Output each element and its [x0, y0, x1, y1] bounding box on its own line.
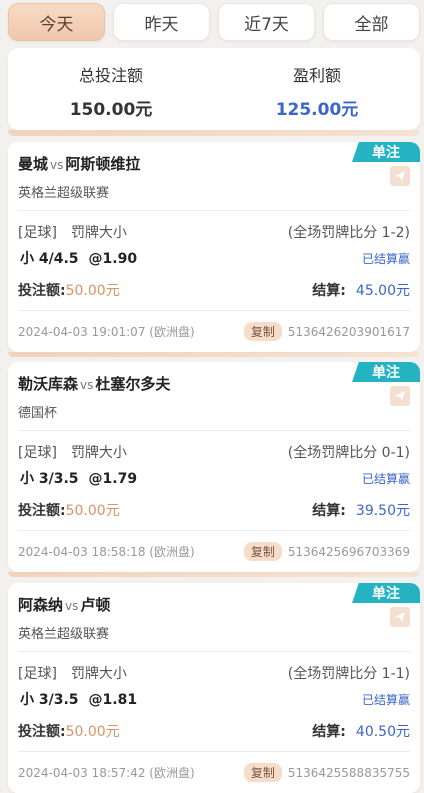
total-stake-block: 总投注额 150.00元	[8, 48, 214, 130]
share-icon[interactable]	[390, 166, 410, 186]
meta-row: 2024-04-03 18:58:18 (欧洲盘) 复制 51364256967…	[18, 542, 410, 561]
meta-row: 2024-04-03 19:01:07 (欧洲盘) 复制 51364262039…	[18, 322, 410, 341]
bet-card: 单注 曼城 vs 阿斯顿维拉 英格兰超级联赛 [足球] 罚牌大小 (全场罚牌比分 1-…	[8, 142, 420, 352]
summary-accent-line	[8, 130, 420, 136]
tab-today[interactable]: 今天	[8, 3, 105, 41]
pick-row: 小 3/3.5 @1.79 已结算赢	[18, 468, 410, 488]
away-team: 卢顿	[80, 596, 111, 614]
odds-value: @1.81	[88, 692, 138, 708]
bet-time: 2024-04-03 18:58:18 (欧洲盘)	[18, 545, 195, 559]
amount-row: 投注额:50.00元 结算: 45.00元	[18, 280, 410, 300]
single-bet-ribbon: 单注	[352, 142, 420, 162]
stake-value: 50.00元	[65, 503, 120, 519]
home-team: 勒沃库森	[18, 375, 79, 393]
meta-row: 2024-04-03 18:57:42 (欧洲盘) 复制 51364255888…	[18, 763, 410, 782]
period-score: (全场罚牌比分 1-1)	[287, 666, 410, 682]
copy-button[interactable]: 复制	[243, 322, 282, 341]
market-row: [足球] 罚牌大小 (全场罚牌比分 1-1)	[18, 663, 410, 683]
pick-label: 小 4/4.5	[20, 251, 79, 267]
tab-last-7-days[interactable]: 近7天	[218, 3, 315, 41]
summary-panel: 总投注额 150.00元 盈利额 125.00元	[8, 48, 420, 130]
settled-status: 已结算赢	[361, 692, 410, 707]
pick-label: 小 3/3.5	[20, 692, 79, 708]
league-name: 德国杯	[18, 406, 58, 421]
divider	[18, 210, 410, 211]
stake-label: 投注额:	[18, 724, 66, 740]
sport-label: [足球]	[18, 225, 57, 241]
profit-label: 盈利额	[292, 66, 341, 85]
match-title: 阿森纳 vs 卢顿	[18, 594, 110, 615]
vs-label: vs	[80, 378, 94, 392]
single-bet-ribbon: 单注	[352, 362, 420, 382]
odds-value: @1.79	[88, 471, 138, 487]
league-name: 英格兰超级联赛	[18, 186, 110, 201]
home-team: 曼城	[18, 155, 49, 173]
stake-value: 50.00元	[65, 283, 120, 299]
settle-label: 结算:	[312, 283, 346, 299]
total-stake-label: 总投注额	[78, 66, 143, 85]
total-stake-value: 150.00元	[69, 100, 153, 120]
single-bet-ribbon: 单注	[352, 583, 420, 603]
odds-value: @1.90	[88, 251, 138, 267]
pick-row: 小 4/4.5 @1.90 已结算赢	[18, 248, 410, 268]
pick-label: 小 3/3.5	[20, 471, 79, 487]
period-score: (全场罚牌比分 0-1)	[287, 445, 410, 461]
settled-status: 已结算赢	[361, 251, 410, 266]
sport-label: [足球]	[18, 666, 57, 682]
league-name: 英格兰超级联赛	[18, 627, 110, 642]
vs-label: vs	[50, 158, 64, 172]
settled-status: 已结算赢	[361, 471, 410, 486]
share-icon[interactable]	[390, 386, 410, 406]
bet-time: 2024-04-03 18:57:42 (欧洲盘)	[18, 766, 195, 780]
divider	[18, 751, 410, 752]
market-row: [足球] 罚牌大小 (全场罚牌比分 1-2)	[18, 222, 410, 242]
away-team: 杜塞尔多夫	[95, 375, 171, 393]
bet-time: 2024-04-03 19:01:07 (欧洲盘)	[18, 325, 195, 339]
amount-row: 投注额:50.00元 结算: 40.50元	[18, 721, 410, 741]
period-score: (全场罚牌比分 1-2)	[287, 225, 410, 241]
divider	[18, 310, 410, 311]
pick-row: 小 3/3.5 @1.81 已结算赢	[18, 689, 410, 709]
vs-label: vs	[65, 599, 79, 613]
home-team: 阿森纳	[18, 596, 64, 614]
copy-button[interactable]: 复制	[243, 763, 282, 782]
tab-all[interactable]: 全部	[323, 3, 420, 41]
card-accent-line	[8, 352, 420, 357]
market-label: 罚牌大小	[70, 445, 127, 461]
order-number: 5136425696703369	[287, 544, 410, 559]
settle-value: 40.50元	[355, 724, 410, 740]
market-row: [足球] 罚牌大小 (全场罚牌比分 0-1)	[18, 442, 410, 462]
settle-value: 39.50元	[355, 503, 410, 519]
copy-button[interactable]: 复制	[243, 542, 282, 561]
order-number: 5136425588835755	[287, 765, 410, 780]
divider	[18, 651, 410, 652]
stake-value: 50.00元	[65, 724, 120, 740]
bet-card: 单注 阿森纳 vs 卢顿 英格兰超级联赛 [足球] 罚牌大小 (全场罚牌比分 1-1)…	[8, 583, 420, 793]
away-team: 阿斯顿维拉	[65, 155, 141, 173]
market-label: 罚牌大小	[70, 225, 127, 241]
market-label: 罚牌大小	[70, 666, 127, 682]
settle-label: 结算:	[312, 724, 346, 740]
date-filter-tabs: 今天 昨天 近7天 全部	[8, 3, 420, 41]
profit-value: 125.00元	[275, 100, 359, 120]
stake-label: 投注额:	[18, 283, 66, 299]
order-number: 5136426203901617	[287, 324, 410, 339]
bet-card: 单注 勒沃库森 vs 杜塞尔多夫 德国杯 [足球] 罚牌大小 (全场罚牌比分 0-1)…	[8, 362, 420, 572]
settle-value: 45.00元	[355, 283, 410, 299]
tab-yesterday[interactable]: 昨天	[113, 3, 210, 41]
match-title: 勒沃库森 vs 杜塞尔多夫	[18, 373, 170, 394]
divider	[18, 530, 410, 531]
amount-row: 投注额:50.00元 结算: 39.50元	[18, 500, 410, 520]
sport-label: [足球]	[18, 445, 57, 461]
profit-block: 盈利额 125.00元	[214, 48, 420, 130]
divider	[18, 430, 410, 431]
share-icon[interactable]	[390, 607, 410, 627]
match-title: 曼城 vs 阿斯顿维拉	[18, 153, 140, 174]
stake-label: 投注额:	[18, 503, 66, 519]
settle-label: 结算:	[312, 503, 346, 519]
card-accent-line	[8, 572, 420, 577]
